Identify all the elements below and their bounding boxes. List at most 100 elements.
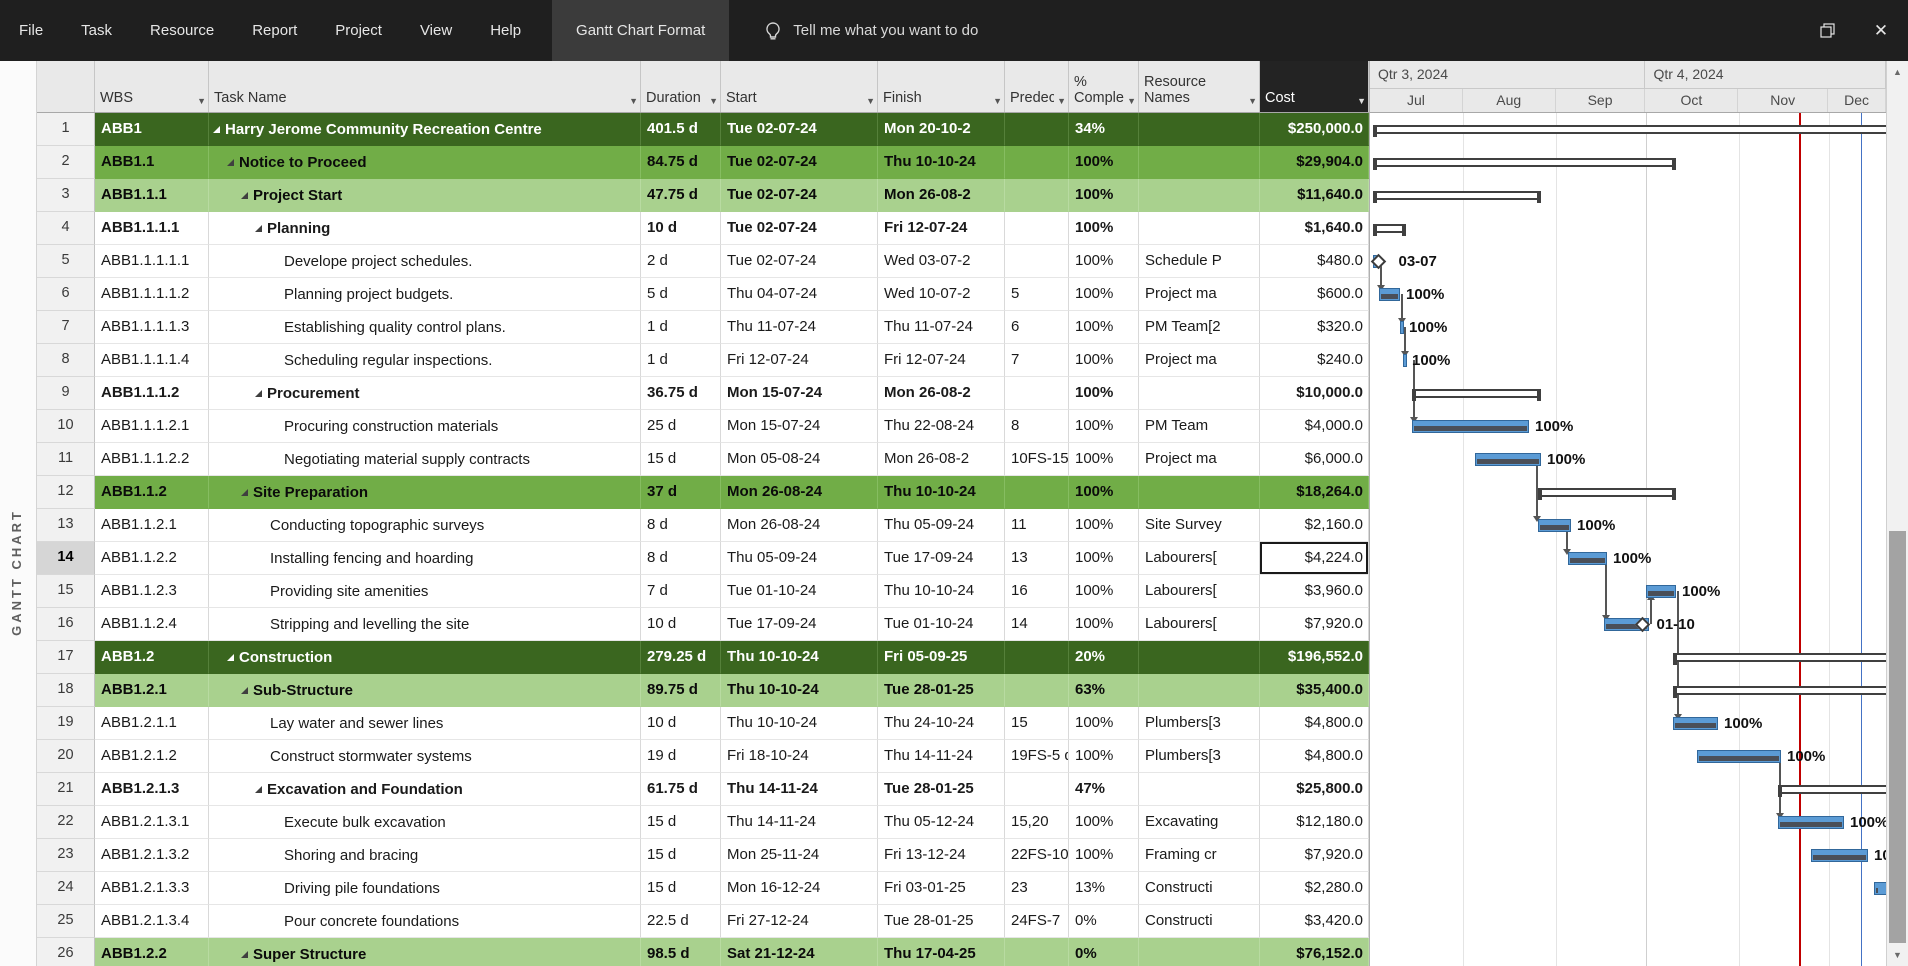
- cell-pred[interactable]: 22FS-10: [1005, 839, 1069, 872]
- cell-finish[interactable]: Wed 10-07-2: [878, 278, 1005, 311]
- cell-name[interactable]: Negotiating material supply contracts: [209, 443, 641, 476]
- cell-cost[interactable]: $4,800.0: [1260, 740, 1369, 773]
- cell-name[interactable]: Construction: [209, 641, 641, 674]
- cell-start[interactable]: Thu 04-07-24: [721, 278, 878, 311]
- cell-finish[interactable]: Thu 05-12-24: [878, 806, 1005, 839]
- cell-pct[interactable]: 100%: [1069, 146, 1139, 179]
- gantt-task-bar[interactable]: [1568, 552, 1607, 565]
- cell-res[interactable]: [1139, 146, 1260, 179]
- cell-name[interactable]: Procuring construction materials: [209, 410, 641, 443]
- cell-pct[interactable]: 100%: [1069, 509, 1139, 542]
- column-header-dur[interactable]: Duration▼: [641, 61, 721, 112]
- cell-pred[interactable]: 10FS-15: [1005, 443, 1069, 476]
- cell-pred[interactable]: 16: [1005, 575, 1069, 608]
- cell-start[interactable]: Mon 15-07-24: [721, 410, 878, 443]
- cell-name[interactable]: Planning project budgets.: [209, 278, 641, 311]
- cell-wbs[interactable]: ABB1.2.2: [95, 938, 209, 966]
- cell-wbs[interactable]: ABB1.1.1.2.1: [95, 410, 209, 443]
- cell-num[interactable]: 23: [37, 839, 95, 872]
- cell-finish[interactable]: Thu 17-04-25: [878, 938, 1005, 966]
- cell-pct[interactable]: 100%: [1069, 212, 1139, 245]
- cell-name[interactable]: Develope project schedules.: [209, 245, 641, 278]
- cell-wbs[interactable]: ABB1.2.1.3.3: [95, 872, 209, 905]
- cell-res[interactable]: [1139, 212, 1260, 245]
- cell-start[interactable]: Mon 15-07-24: [721, 377, 878, 410]
- cell-pct[interactable]: 100%: [1069, 245, 1139, 278]
- cell-num[interactable]: 6: [37, 278, 95, 311]
- gantt-task-bar[interactable]: [1673, 717, 1718, 730]
- cell-pct[interactable]: 47%: [1069, 773, 1139, 806]
- cell-num[interactable]: 5: [37, 245, 95, 278]
- cell-pct[interactable]: 100%: [1069, 476, 1139, 509]
- cell-name[interactable]: Conducting topographic surveys: [209, 509, 641, 542]
- cell-pct[interactable]: 100%: [1069, 278, 1139, 311]
- collapse-triangle-icon[interactable]: [241, 951, 248, 958]
- collapse-triangle-icon[interactable]: [241, 489, 248, 496]
- cell-wbs[interactable]: ABB1.2.1.3.1: [95, 806, 209, 839]
- cell-name[interactable]: Procurement: [209, 377, 641, 410]
- ribbon-tab-task[interactable]: Task: [62, 0, 131, 61]
- cell-start[interactable]: Tue 02-07-24: [721, 113, 878, 146]
- cell-name[interactable]: Scheduling regular inspections.: [209, 344, 641, 377]
- cell-num[interactable]: 18: [37, 674, 95, 707]
- cell-res[interactable]: PM Team: [1139, 410, 1260, 443]
- cell-cost[interactable]: $196,552.0: [1260, 641, 1369, 674]
- cell-num[interactable]: 9: [37, 377, 95, 410]
- cell-start[interactable]: Thu 10-10-24: [721, 707, 878, 740]
- gantt-task-bar[interactable]: [1475, 453, 1541, 466]
- cell-name[interactable]: Pour concrete foundations: [209, 905, 641, 938]
- filter-dropdown-icon[interactable]: ▼: [1357, 96, 1366, 106]
- cell-cost[interactable]: $4,000.0: [1260, 410, 1369, 443]
- cell-start[interactable]: Thu 05-09-24: [721, 542, 878, 575]
- cell-pred[interactable]: [1005, 476, 1069, 509]
- gantt-task-bar[interactable]: [1646, 585, 1676, 598]
- cell-dur[interactable]: 5 d: [641, 278, 721, 311]
- cell-dur[interactable]: 10 d: [641, 707, 721, 740]
- cell-wbs[interactable]: ABB1.1.2.3: [95, 575, 209, 608]
- cell-pct[interactable]: 100%: [1069, 839, 1139, 872]
- cell-res[interactable]: [1139, 377, 1260, 410]
- scroll-up-arrow-icon[interactable]: ▲: [1887, 61, 1908, 83]
- cell-cost[interactable]: $3,420.0: [1260, 905, 1369, 938]
- cell-dur[interactable]: 22.5 d: [641, 905, 721, 938]
- cell-wbs[interactable]: ABB1.1: [95, 146, 209, 179]
- vertical-scrollbar[interactable]: ▲ ▼: [1886, 61, 1908, 966]
- cell-finish[interactable]: Fri 05-09-25: [878, 641, 1005, 674]
- cell-dur[interactable]: 61.75 d: [641, 773, 721, 806]
- window-close-button[interactable]: ✕: [1854, 0, 1908, 61]
- cell-dur[interactable]: 8 d: [641, 542, 721, 575]
- cell-cost[interactable]: $6,000.0: [1260, 443, 1369, 476]
- filter-dropdown-icon[interactable]: ▼: [993, 96, 1002, 106]
- column-header-res[interactable]: Resource Names▼: [1139, 61, 1260, 112]
- cell-num[interactable]: 25: [37, 905, 95, 938]
- cell-start[interactable]: Thu 14-11-24: [721, 806, 878, 839]
- cell-num[interactable]: 26: [37, 938, 95, 966]
- gantt-task-bar[interactable]: [1697, 750, 1781, 763]
- cell-start[interactable]: Thu 11-07-24: [721, 311, 878, 344]
- cell-num[interactable]: 17: [37, 641, 95, 674]
- cell-finish[interactable]: Tue 28-01-25: [878, 674, 1005, 707]
- cell-cost[interactable]: $1,640.0: [1260, 212, 1369, 245]
- column-header-finish[interactable]: Finish▼: [878, 61, 1005, 112]
- cell-name[interactable]: Shoring and bracing: [209, 839, 641, 872]
- cell-num[interactable]: 15: [37, 575, 95, 608]
- cell-name[interactable]: Establishing quality control plans.: [209, 311, 641, 344]
- cell-res[interactable]: [1139, 938, 1260, 966]
- cell-res[interactable]: [1139, 113, 1260, 146]
- cell-dur[interactable]: 7 d: [641, 575, 721, 608]
- filter-dropdown-icon[interactable]: ▼: [197, 96, 206, 106]
- cell-dur[interactable]: 15 d: [641, 443, 721, 476]
- cell-cost[interactable]: $10,000.0: [1260, 377, 1369, 410]
- cell-finish[interactable]: Thu 24-10-24: [878, 707, 1005, 740]
- cell-pred[interactable]: 7: [1005, 344, 1069, 377]
- tell-me-box[interactable]: Tell me what you want to do: [763, 21, 978, 41]
- cell-dur[interactable]: 10 d: [641, 212, 721, 245]
- cell-res[interactable]: Constructi: [1139, 905, 1260, 938]
- cell-pct[interactable]: 63%: [1069, 674, 1139, 707]
- cell-pred[interactable]: [1005, 179, 1069, 212]
- cell-start[interactable]: Tue 17-09-24: [721, 608, 878, 641]
- cell-dur[interactable]: 89.75 d: [641, 674, 721, 707]
- gantt-task-bar[interactable]: [1379, 288, 1400, 301]
- cell-start[interactable]: Thu 14-11-24: [721, 773, 878, 806]
- cell-name[interactable]: Planning: [209, 212, 641, 245]
